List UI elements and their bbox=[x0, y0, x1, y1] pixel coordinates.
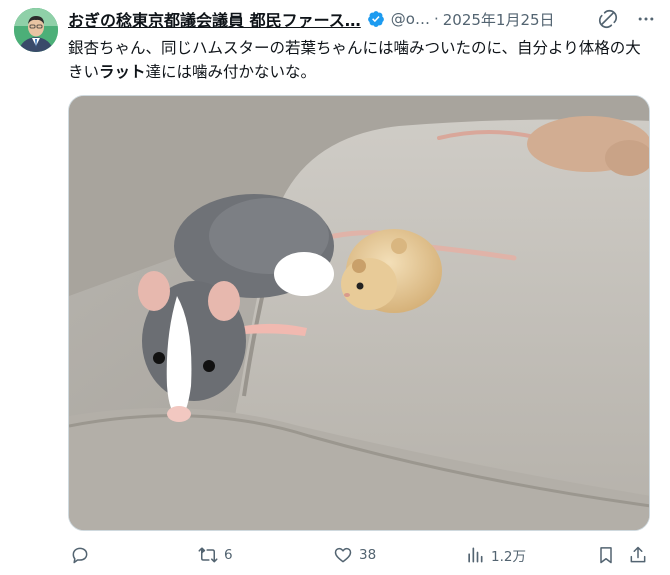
grok-icon[interactable] bbox=[598, 9, 618, 29]
tweet: おぎの稔東京都議会議員 都民ファース… @o… · 2025年1月25日 銀杏ち… bbox=[0, 0, 670, 575]
views-chart-icon bbox=[468, 547, 483, 563]
action-bar: 6 38 1.2万 bbox=[68, 540, 658, 570]
avatar-image bbox=[14, 8, 58, 52]
reply-button[interactable] bbox=[70, 540, 96, 570]
separator-dot: · bbox=[433, 10, 439, 28]
views-button[interactable]: 1.2万 bbox=[465, 540, 526, 570]
post-text-bold: ラット bbox=[99, 63, 146, 81]
like-button[interactable]: 38 bbox=[333, 540, 376, 570]
handle[interactable]: @o… bbox=[391, 10, 430, 28]
photo-image bbox=[69, 96, 649, 530]
post-text: 銀杏ちゃん、同じハムスターの若葉ちゃんには噛みついたのに、自分より体格の大きいラ… bbox=[68, 36, 652, 84]
display-name[interactable]: おぎの稔東京都議会議員 都民ファース… bbox=[68, 7, 361, 31]
reply-icon bbox=[72, 547, 88, 564]
repost-button[interactable]: 6 bbox=[198, 540, 233, 570]
verified-badge-icon bbox=[367, 11, 384, 27]
post-date[interactable]: 2025年1月25日 bbox=[443, 9, 555, 30]
post-photo[interactable] bbox=[68, 95, 650, 531]
like-count: 38 bbox=[359, 547, 377, 563]
tweet-header: おぎの稔東京都議会議員 都民ファース… @o… · 2025年1月25日 bbox=[68, 8, 658, 30]
share-button[interactable] bbox=[628, 540, 648, 570]
avatar[interactable] bbox=[14, 8, 58, 52]
repost-count: 6 bbox=[224, 547, 233, 563]
bookmark-button[interactable] bbox=[596, 540, 616, 570]
views-count: 1.2万 bbox=[491, 549, 526, 565]
heart-icon bbox=[334, 547, 352, 563]
more-options-icon[interactable] bbox=[636, 9, 656, 29]
share-icon bbox=[630, 546, 646, 563]
repost-icon bbox=[198, 547, 218, 563]
post-text-part: 達には噛み付かないな。 bbox=[145, 63, 317, 81]
bookmark-icon bbox=[600, 547, 612, 564]
